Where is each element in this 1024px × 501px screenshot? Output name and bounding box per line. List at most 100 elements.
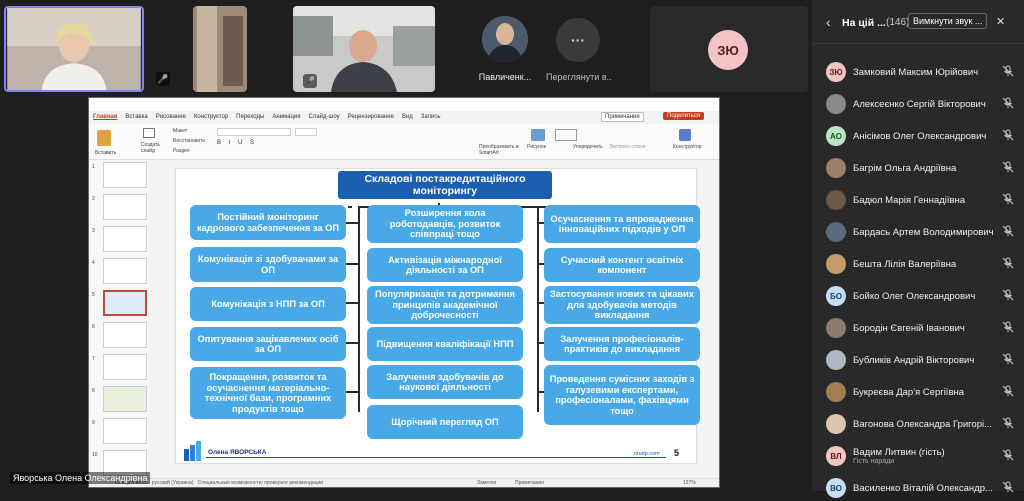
slide-thumbnail[interactable] xyxy=(103,386,147,412)
left-box-1: Постійний моніторинг кадрового забезпече… xyxy=(190,205,346,240)
muted-mic-icon[interactable] xyxy=(1002,353,1014,365)
participant-row[interactable]: Бадюл Марія Геннадіївна xyxy=(826,187,1020,213)
participant-video xyxy=(193,6,247,92)
muted-mic-icon[interactable] xyxy=(1002,257,1014,269)
view-more-label[interactable]: Переглянути в... xyxy=(546,72,612,82)
tab-view[interactable]: Вид xyxy=(402,114,413,120)
video-tile-6[interactable]: ЗЮ xyxy=(650,6,808,92)
participant-row[interactable]: ВО Василенко Віталій Олександр... xyxy=(826,475,1020,501)
tab-review[interactable]: Рецензирование xyxy=(348,114,394,120)
slide-thumbnail[interactable] xyxy=(103,226,147,252)
status-language[interactable]: русский (Украина) xyxy=(152,480,194,486)
tab-insert[interactable]: Вставка xyxy=(125,114,147,120)
slide-thumbnail[interactable] xyxy=(103,162,147,188)
participant-full-name: Замковий Максим Юрійович xyxy=(853,66,979,78)
muted-mic-icon[interactable] xyxy=(1002,385,1014,397)
section-button[interactable]: Раздел xyxy=(173,148,190,154)
slide-thumbnail[interactable] xyxy=(103,322,147,348)
tab-transitions[interactable]: Переходы xyxy=(236,114,264,120)
participant-name: Бубликів Андрій Вікторович xyxy=(853,355,1001,366)
paste-button[interactable]: Вставить xyxy=(95,150,116,156)
close-icon[interactable]: ✕ xyxy=(996,15,1005,28)
participant-row[interactable]: Бешта Лілія Валеріївна xyxy=(826,251,1020,277)
tab-record[interactable]: Запись xyxy=(421,114,441,120)
muted-mic-icon[interactable] xyxy=(1002,161,1014,173)
muted-mic-icon[interactable] xyxy=(1002,481,1014,493)
slide-thumbnails: 1 2 3 4 5 6 7 8 9 10 xyxy=(89,160,149,480)
mute-all-button[interactable]: Вимкнути звук ... xyxy=(908,13,988,29)
video-tile-self[interactable] xyxy=(4,6,144,92)
thumb-number: 8 xyxy=(92,388,95,394)
muted-mic-icon[interactable] xyxy=(1002,321,1014,333)
comments-toggle[interactable]: Примечания xyxy=(515,479,544,487)
participant-full-name: Бардась Артем Володимирович xyxy=(853,226,994,238)
muted-mic-icon[interactable] xyxy=(1002,97,1014,109)
slide-thumbnail[interactable] xyxy=(103,354,147,380)
quick-styles-button[interactable]: Экспресс-стили xyxy=(609,144,646,150)
zoom-level[interactable]: 127% xyxy=(683,479,696,487)
middle-box-6: Щорічний перегляд ОП xyxy=(367,405,523,439)
muted-mic-icon[interactable] xyxy=(1002,129,1014,141)
university-logo xyxy=(184,441,204,461)
slide-thumbnail[interactable] xyxy=(103,194,147,220)
participant-video xyxy=(7,8,141,90)
status-accessibility[interactable]: Специальные возможности: проверьте реком… xyxy=(198,480,323,486)
participant-row[interactable]: ВЛ Вадим Литвин (гість) Гість наради xyxy=(826,443,1020,469)
tab-slideshow[interactable]: Слайд-шоу xyxy=(308,114,339,120)
picture-button[interactable]: Рисунок xyxy=(527,144,546,150)
participant-row[interactable]: Алексеєнко Сергій Вікторович xyxy=(826,91,1020,117)
muted-mic-icon[interactable] xyxy=(1002,193,1014,205)
arrange-button[interactable]: Упорядочить xyxy=(573,144,603,150)
video-tile-5[interactable]: ··· Переглянути в... xyxy=(546,6,612,92)
designer-button[interactable]: Конструктор xyxy=(673,144,702,150)
video-tile-3[interactable]: 🎤 xyxy=(293,6,435,92)
video-tile-4[interactable]: Павличенк... xyxy=(466,6,544,92)
muted-mic-icon: 🎤 xyxy=(156,72,170,86)
participant-row[interactable]: Бубликів Андрій Вікторович xyxy=(826,347,1020,373)
font-family-select[interactable] xyxy=(217,128,291,136)
right-box-2: Сучасний контент освітніх компонент xyxy=(544,248,700,282)
video-tile-2[interactable] xyxy=(193,6,247,92)
tab-draw[interactable]: Рисование xyxy=(156,114,186,120)
comments-button[interactable]: Примечания xyxy=(601,112,644,122)
new-slide-button[interactable]: Создать слайд xyxy=(141,142,160,154)
participant-row[interactable]: Бородін Євгеній Іванович xyxy=(826,315,1020,341)
notes-toggle[interactable]: Заметки xyxy=(477,479,496,487)
participant-row[interactable]: ЗЮ Замковий Максим Юрійович xyxy=(826,59,1020,85)
share-button[interactable]: Поделиться xyxy=(663,112,705,120)
slide-thumbnail[interactable] xyxy=(103,258,147,284)
tab-animation[interactable]: Анимация xyxy=(272,114,300,120)
convert-smartart-button[interactable]: Преобразовать в SmartArt xyxy=(479,144,519,156)
font-format-buttons[interactable]: B I U S xyxy=(217,140,257,146)
participant-row[interactable]: Багрім Ольга Андріївна xyxy=(826,155,1020,181)
participant-avatar: ВО xyxy=(826,478,846,498)
participant-row[interactable]: БО Бойко Олег Олександрович xyxy=(826,283,1020,309)
right-box-3: Застосування нових та цікавих для здобув… xyxy=(544,286,700,324)
reset-button[interactable]: Восстановить xyxy=(173,138,205,144)
picture-icon xyxy=(531,129,545,141)
thumb-number: 7 xyxy=(92,356,95,362)
slide-thumbnail[interactable] xyxy=(103,418,147,444)
thumb-number: 9 xyxy=(92,420,95,426)
slide-icon xyxy=(143,128,155,138)
participant-row[interactable]: АО Анісімов Олег Олександрович xyxy=(826,123,1020,149)
muted-mic-icon[interactable] xyxy=(1002,417,1014,429)
muted-mic-icon[interactable] xyxy=(1002,225,1014,237)
participant-row[interactable]: Вагонова Олександра Григорі... xyxy=(826,411,1020,437)
layout-button[interactable]: Макет xyxy=(173,128,187,134)
muted-mic-icon[interactable] xyxy=(1002,289,1014,301)
back-icon[interactable]: ‹ xyxy=(826,14,831,30)
slide-thumbnail-selected[interactable] xyxy=(103,290,147,316)
participant-full-name: Букреєва Дар'я Сергіївна xyxy=(853,386,965,398)
slide-page-number: 5 xyxy=(674,448,680,458)
tab-design[interactable]: Конструктор xyxy=(194,114,228,120)
participant-row[interactable]: Букреєва Дар'я Сергіївна xyxy=(826,379,1020,405)
muted-mic-icon[interactable] xyxy=(1002,449,1014,461)
left-box-2: Комунікація зі здобувачами за ОП xyxy=(190,247,346,282)
muted-mic-icon[interactable] xyxy=(1002,65,1014,77)
font-size-select[interactable] xyxy=(295,128,317,136)
tab-home[interactable]: Главная xyxy=(93,114,117,120)
slide-canvas[interactable]: Складові постакредитаційного моніторингу… xyxy=(175,168,700,464)
participant-row[interactable]: Бардась Артем Володимирович xyxy=(826,219,1020,245)
participant-name: Багрім Ольга Андріївна xyxy=(853,163,1001,174)
